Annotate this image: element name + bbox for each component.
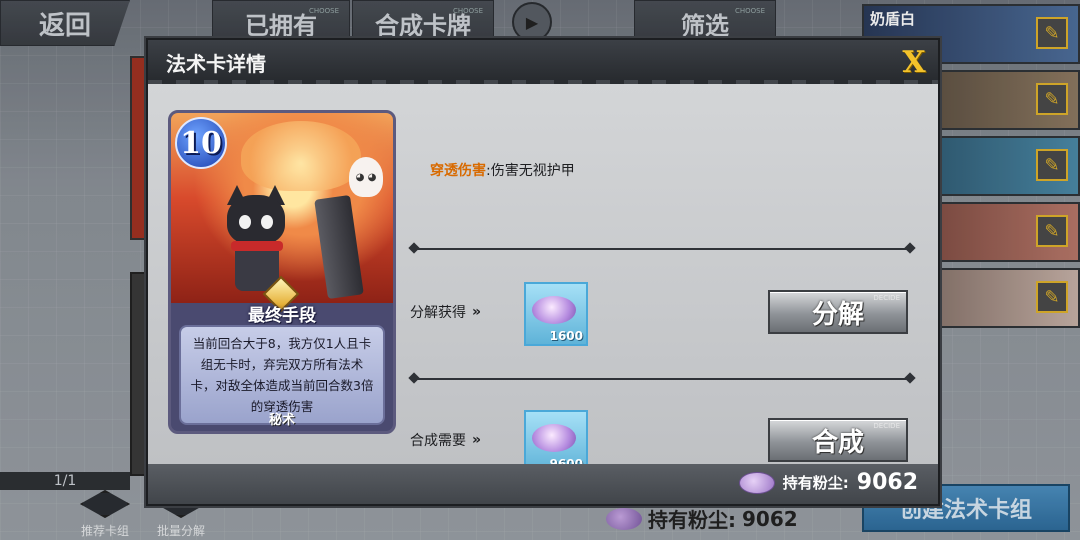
dust-counter: 持有粉尘: 9062 xyxy=(738,470,918,495)
close-icon[interactable]: X xyxy=(898,45,930,80)
modal-body: ◕ ◕ 10 最终手段 当前回合大于8，我方仅1人且卡组无卡时，弃完双方所有法术… xyxy=(148,84,938,474)
dust-icon xyxy=(532,296,576,324)
effect-text: 伤害无视护甲 xyxy=(490,163,575,179)
effect-keyword: 穿透伤害 xyxy=(430,163,486,179)
card-name: 最终手段 xyxy=(248,306,316,326)
decompose-button-small: DECIDE xyxy=(873,294,900,302)
decompose-label: 分解获得 xyxy=(410,305,466,321)
compose-button-small: DECIDE xyxy=(873,422,900,430)
decompose-button[interactable]: 分解 DECIDE xyxy=(768,290,908,334)
card-description: 当前回合大于8，我方仅1人且卡组无卡时，弃完双方所有法术卡，对敌全体造成当前回合… xyxy=(190,336,374,414)
gatling-gun-art xyxy=(314,194,364,300)
double-chevron-icon: » xyxy=(472,432,481,448)
spell-card: ◕ ◕ 10 最终手段 当前回合大于8，我方仅1人且卡组无卡时，弃完双方所有法术… xyxy=(168,110,396,434)
compose-button[interactable]: 合成 DECIDE xyxy=(768,418,908,462)
ghost-icon: ◕ ◕ xyxy=(349,157,383,197)
decompose-button-label: 分解 xyxy=(811,299,864,330)
explosion-art xyxy=(241,121,361,191)
decompose-dust-amount: 1600 xyxy=(549,329,583,343)
decompose-row-label: 分解获得 » xyxy=(410,302,481,322)
modal-header: 法术卡详情 X xyxy=(148,40,938,84)
dust-label: 持有粉尘: xyxy=(782,474,849,492)
divider xyxy=(412,378,912,380)
effect-line: 穿透伤害:伤害无视护甲 xyxy=(430,160,575,180)
card-cost: 10 xyxy=(175,117,227,169)
modal-footer: 持有粉尘: 9062 xyxy=(148,464,938,504)
double-chevron-icon: » xyxy=(472,304,481,320)
decompose-dust-slot: 1600 xyxy=(524,282,588,346)
card-detail-modal: 法术卡详情 X ◕ ◕ 10 最终手段 当前回合大于8，我方仅1人且卡组无卡时，… xyxy=(146,38,940,506)
cat-character-art xyxy=(217,185,297,295)
modal-title: 法术卡详情 xyxy=(166,52,266,76)
dust-icon xyxy=(532,424,576,452)
dust-value: 9062 xyxy=(856,470,918,495)
dust-icon xyxy=(738,471,775,494)
divider xyxy=(412,248,912,250)
compose-row-label: 合成需要 » xyxy=(410,430,481,450)
compose-label: 合成需要 xyxy=(410,433,466,449)
card-type: 秘术 xyxy=(268,413,295,428)
compose-button-label: 合成 xyxy=(811,427,864,458)
